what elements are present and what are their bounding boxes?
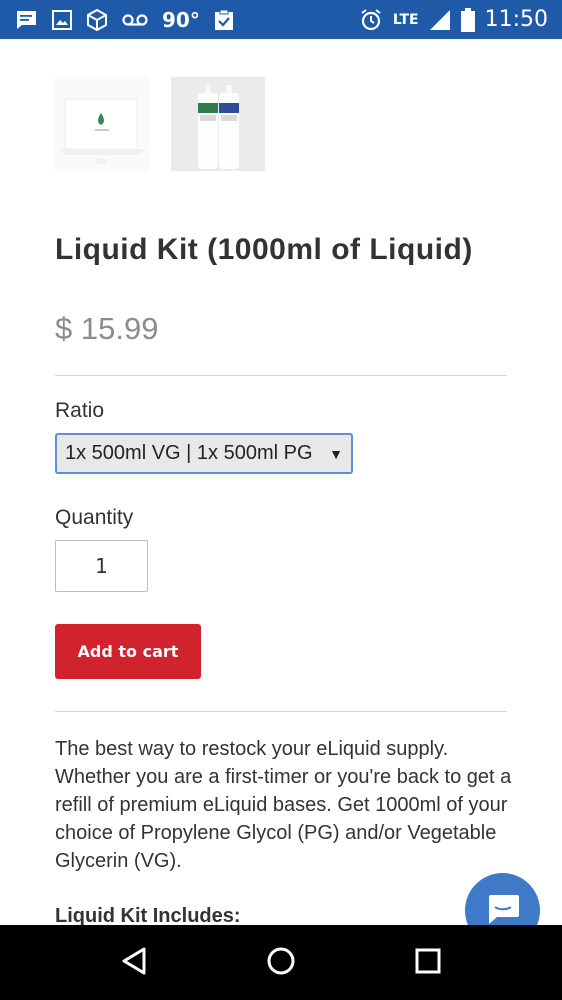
includes-heading: Liquid Kit Includes:	[55, 905, 241, 925]
box-icon	[86, 8, 108, 31]
dropdown-arrow-icon: ▼	[329, 445, 343, 462]
status-left-icons: 90°	[14, 8, 234, 32]
temperature-text: 90°	[162, 7, 200, 32]
thumbnail-bottles[interactable]	[171, 77, 265, 171]
ratio-label: Ratio	[55, 399, 105, 422]
alarm-icon	[359, 8, 383, 32]
ratio-selected-value: 1x 500ml VG | 1x 500ml PG	[65, 442, 313, 464]
status-bar: 90° LTE 11:50	[0, 0, 562, 39]
chat-icon	[485, 892, 521, 926]
quantity-label: Quantity	[55, 506, 134, 529]
chat-button[interactable]	[465, 873, 540, 925]
product-description: The best way to restock your eLiquid sup…	[55, 738, 512, 872]
back-icon	[120, 946, 148, 980]
clock-time: 11:50	[484, 7, 548, 32]
divider	[55, 375, 507, 376]
product-price: $ 15.99	[55, 311, 159, 346]
status-right-icons: LTE 11:50	[359, 7, 548, 32]
message-icon	[14, 9, 38, 31]
product-title: Liquid Kit (1000ml of Liquid)	[55, 233, 473, 266]
thumbnail-box[interactable]	[55, 77, 149, 171]
add-to-cart-button[interactable]: Add to cart	[55, 624, 201, 679]
divider	[55, 711, 507, 712]
image-icon	[52, 9, 72, 30]
voicemail-icon	[122, 13, 148, 27]
quantity-input[interactable]: 1	[55, 540, 148, 592]
recents-icon	[415, 948, 441, 978]
ratio-select[interactable]: 1x 500ml VG | 1x 500ml PG ▼	[55, 433, 353, 474]
home-button[interactable]	[251, 933, 311, 993]
clipboard-check-icon	[214, 9, 234, 31]
signal-icon	[429, 9, 451, 31]
product-page: Liquid Kit (1000ml of Liquid) $ 15.99 Ra…	[0, 39, 562, 925]
network-type: LTE	[392, 11, 419, 28]
home-icon	[266, 946, 296, 980]
recents-button[interactable]	[398, 933, 458, 993]
product-thumbnails	[55, 77, 265, 171]
battery-icon	[460, 7, 475, 32]
back-button[interactable]	[104, 933, 164, 993]
navigation-bar	[0, 925, 562, 1000]
